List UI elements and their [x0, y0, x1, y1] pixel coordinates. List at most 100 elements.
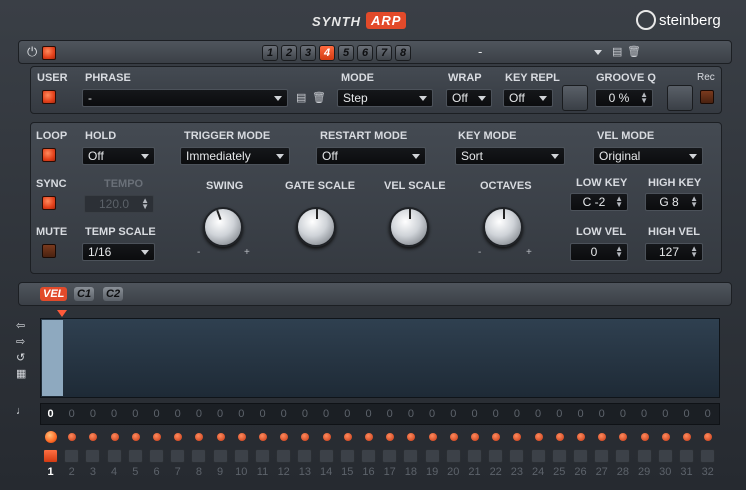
mute-button[interactable]: [42, 244, 56, 258]
step-toggle-button[interactable]: [170, 449, 186, 463]
octaves-knob[interactable]: [483, 207, 523, 247]
playhead-marker-icon[interactable]: [57, 310, 67, 317]
lane-tab-c2[interactable]: C2: [103, 287, 124, 301]
pattern-slot-1[interactable]: 1: [262, 45, 278, 61]
step-toggle-button[interactable]: [318, 449, 334, 463]
pattern-slot-8[interactable]: 8: [395, 45, 411, 61]
step-toggle-button[interactable]: [297, 449, 313, 463]
tab-arp[interactable]: ARP: [366, 12, 407, 29]
trigger-mode-dropdown[interactable]: Immediately: [180, 147, 290, 165]
step-value[interactable]: 0: [168, 408, 187, 420]
step-toggle-button[interactable]: [594, 449, 610, 463]
pattern-slot-3[interactable]: 3: [300, 45, 316, 61]
step-toggle-button[interactable]: [64, 449, 80, 463]
step-value[interactable]: 0: [656, 408, 675, 420]
pattern-slot-4[interactable]: 4: [319, 45, 335, 61]
step-toggle-button[interactable]: [509, 449, 525, 463]
step-toggle-button[interactable]: [488, 449, 504, 463]
step-value[interactable]: 0: [571, 408, 590, 420]
step-value[interactable]: 0: [423, 408, 442, 420]
reverse-icon[interactable]: ↺: [16, 351, 25, 364]
step-toggle-button[interactable]: [191, 449, 207, 463]
step-value[interactable]: 0: [486, 408, 505, 420]
step-toggle-button[interactable]: [212, 449, 228, 463]
phrase-dropdown[interactable]: -: [82, 89, 288, 107]
step-grid[interactable]: [40, 318, 720, 398]
step-toggle-button[interactable]: [233, 449, 249, 463]
vel-mode-dropdown[interactable]: Original: [593, 147, 703, 165]
low-vel-field[interactable]: 0 ▲ ▼: [570, 243, 628, 261]
step-toggle-button[interactable]: [679, 449, 694, 463]
step-value[interactable]: 0: [317, 408, 336, 420]
key-mode-dropdown[interactable]: Sort: [455, 147, 565, 165]
step-value[interactable]: 0: [401, 408, 420, 420]
hold-dropdown[interactable]: Off: [82, 147, 155, 165]
step-value[interactable]: 0: [698, 408, 717, 420]
step-value[interactable]: 0: [635, 408, 654, 420]
step-toggle-button[interactable]: [636, 449, 652, 463]
step-toggle-button[interactable]: [255, 449, 270, 463]
step-toggle-button[interactable]: [403, 449, 419, 463]
step-toggle-button[interactable]: [657, 449, 673, 463]
phrase-delete-icon[interactable]: 🗑: [312, 91, 326, 104]
step-value[interactable]: 0: [338, 408, 357, 420]
swing-knob[interactable]: [203, 207, 243, 247]
arp-on-button[interactable]: [42, 46, 56, 60]
step-toggle-button[interactable]: [149, 449, 164, 463]
shift-left-icon[interactable]: ⇦: [16, 319, 25, 332]
pattern-slot-2[interactable]: 2: [281, 45, 297, 61]
spin-arrows-icon[interactable]: ▲ ▼: [615, 245, 623, 259]
preset-dropdown-icon[interactable]: [594, 50, 602, 55]
step-toggle-button[interactable]: [467, 449, 482, 463]
step-value[interactable]: 0: [529, 408, 548, 420]
pattern-slot-5[interactable]: 5: [338, 45, 354, 61]
duplicate-icon[interactable]: ▦: [16, 367, 26, 380]
drag-phrase-icon[interactable]: [562, 85, 588, 111]
rec-button[interactable]: [700, 90, 714, 104]
vel-scale-knob[interactable]: [389, 207, 429, 247]
spin-arrows-icon[interactable]: ▲ ▼: [141, 197, 149, 211]
high-key-field[interactable]: G 8 ▲ ▼: [645, 193, 703, 211]
step-toggle-button[interactable]: [85, 449, 101, 463]
step-toggle-button[interactable]: [551, 449, 567, 463]
step-value[interactable]: 0: [274, 408, 293, 420]
sync-button[interactable]: [42, 196, 56, 210]
spin-arrows-icon[interactable]: ▲ ▼: [615, 195, 623, 209]
step-toggle-button[interactable]: [127, 449, 143, 463]
pattern-slot-7[interactable]: 7: [376, 45, 392, 61]
wrap-dropdown[interactable]: Off: [446, 89, 492, 107]
step-value[interactable]: 0: [189, 408, 208, 420]
step-value[interactable]: 0: [380, 408, 399, 420]
step-toggle-button[interactable]: [530, 449, 546, 463]
restart-mode-dropdown[interactable]: Off: [316, 147, 426, 165]
step-toggle-button[interactable]: [615, 449, 631, 463]
step-value[interactable]: 0: [126, 408, 145, 420]
groove-q-field[interactable]: 0 % ▲ ▼: [595, 89, 653, 107]
tempo-field[interactable]: 120.0 ▲ ▼: [84, 195, 154, 213]
lane-tab-c1[interactable]: C1: [74, 287, 95, 301]
drag-recording-icon[interactable]: [667, 85, 693, 111]
preset-name[interactable]: -: [478, 44, 482, 59]
step-value[interactable]: 0: [592, 408, 611, 420]
low-key-field[interactable]: C -2 ▲ ▼: [570, 193, 628, 211]
gate-scale-knob[interactable]: [296, 207, 336, 247]
high-vel-field[interactable]: 127 ▲ ▼: [645, 243, 703, 261]
step-toggle-button[interactable]: [445, 449, 461, 463]
step-toggle-button[interactable]: [276, 449, 292, 463]
step-value[interactable]: 0: [507, 408, 526, 420]
temp-scale-dropdown[interactable]: 1/16: [82, 243, 155, 261]
mode-dropdown[interactable]: Step: [337, 89, 433, 107]
step-value[interactable]: 0: [211, 408, 230, 420]
legato-icon[interactable]: ♩: [16, 405, 27, 417]
power-icon[interactable]: ⏻: [27, 44, 37, 60]
step-value[interactable]: 0: [295, 408, 314, 420]
step-toggle-button[interactable]: [43, 449, 58, 463]
step-toggle-button[interactable]: [700, 449, 716, 463]
step-value[interactable]: 0: [677, 408, 696, 420]
key-repl-dropdown[interactable]: Off: [503, 89, 553, 107]
spin-arrows-icon[interactable]: ▲ ▼: [690, 195, 698, 209]
delete-icon[interactable]: 🗑: [627, 45, 641, 58]
loop-button[interactable]: [42, 148, 56, 162]
step-value[interactable]: 0: [613, 408, 632, 420]
step-toggle-button[interactable]: [573, 449, 588, 463]
